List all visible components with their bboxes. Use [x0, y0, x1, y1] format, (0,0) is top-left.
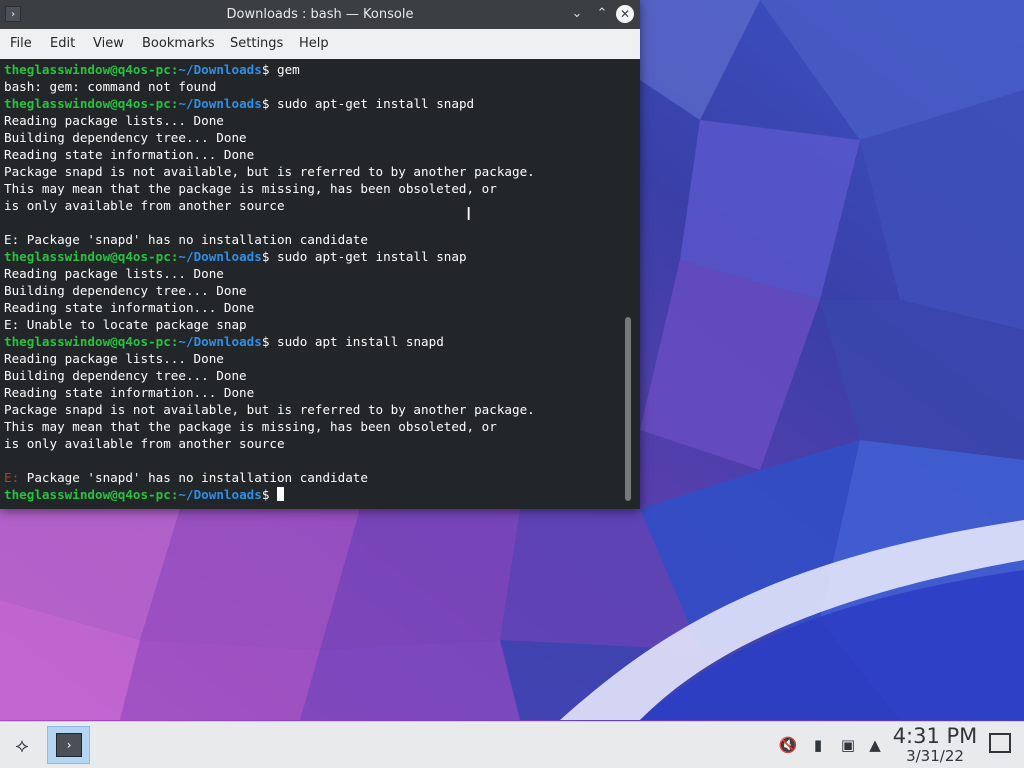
show-desktop-icon[interactable]: [989, 733, 1011, 753]
window-title: Downloads : bash — Konsole: [226, 7, 414, 22]
title-bar[interactable]: › Downloads : bash — Konsole ⌄ ⌃ ✕: [0, 0, 640, 29]
usb-device-icon[interactable]: ▮: [808, 735, 828, 755]
volume-muted-icon[interactable]: 🔇: [778, 735, 798, 755]
prompt-dollar: $: [261, 62, 277, 77]
prompt-user: theglasswindow@q4os-pc: [4, 96, 171, 111]
terminal-output-line: E: Unable to locate package snap: [4, 317, 247, 332]
prompt-path: ~/Downloads: [178, 62, 262, 77]
close-button[interactable]: ✕: [616, 5, 634, 23]
prompt-dollar: $: [261, 487, 277, 502]
terminal-prompt-line: theglasswindow@q4os-pc:~/Downloads$ sudo…: [4, 248, 535, 265]
terminal-output-line: Building dependency tree... Done: [4, 368, 247, 383]
maximize-button[interactable]: ⌃: [593, 5, 611, 23]
menu-file[interactable]: File: [10, 29, 32, 59]
text-cursor-icon: I: [466, 204, 472, 225]
menu-bookmarks[interactable]: Bookmarks: [142, 29, 215, 59]
konsole-window[interactable]: › Downloads : bash — Konsole ⌄ ⌃ ✕ File …: [0, 0, 640, 509]
terminal-output: theglasswindow@q4os-pc:~/Downloads$ gem b…: [4, 61, 535, 503]
terminal-output-line: This may mean that the package is missin…: [4, 419, 497, 434]
prompt-user: theglasswindow@q4os-pc: [4, 249, 171, 264]
prompt-user: theglasswindow@q4os-pc: [4, 62, 171, 77]
prompt-user: theglasswindow@q4os-pc: [4, 334, 171, 349]
prompt-dollar: $: [261, 334, 277, 349]
chevron-up-icon: ⌃: [596, 6, 608, 21]
close-icon: ✕: [619, 7, 631, 21]
prompt-command: sudo apt install snapd: [276, 334, 444, 349]
prompt-path: ~/Downloads: [178, 96, 262, 111]
terminal-icon: ›: [56, 733, 82, 757]
prompt-path: ~/Downloads: [178, 334, 262, 349]
prompt-path: ~/Downloads: [178, 249, 262, 264]
terminal-output-line: E: Package 'snapd' has no installation c…: [4, 232, 368, 247]
prompt-dollar: $: [261, 96, 277, 111]
network-icon[interactable]: ▣: [838, 735, 858, 755]
terminal-prompt-line: theglasswindow@q4os-pc:~/Downloads$ sudo…: [4, 333, 535, 350]
menu-help[interactable]: Help: [299, 29, 329, 59]
terminal-output-line: Reading package lists... Done: [4, 113, 224, 128]
minimize-button[interactable]: ⌄: [568, 5, 586, 23]
prompt-dollar: $: [261, 249, 277, 264]
app-launcher-button[interactable]: ⟡: [9, 732, 35, 758]
clock-date[interactable]: 3/31/22: [890, 747, 980, 765]
terminal-output-line: Reading state information... Done: [4, 300, 255, 315]
terminal-prompt-line: theglasswindow@q4os-pc:~/Downloads$ gem: [4, 61, 535, 78]
menu-edit[interactable]: Edit: [50, 29, 75, 59]
error-text: Package 'snapd' has no installation cand…: [19, 470, 368, 485]
konsole-task-button[interactable]: ›: [47, 726, 90, 764]
terminal-prompt-line: theglasswindow@q4os-pc:~/Downloads$: [4, 486, 535, 503]
terminal-output-line: bash: gem: command not found: [4, 79, 217, 94]
scrollbar-handle[interactable]: [625, 317, 631, 501]
error-prefix: E:: [4, 470, 20, 485]
terminal-output-line: Reading state information... Done: [4, 385, 255, 400]
terminal-area[interactable]: theglasswindow@q4os-pc:~/Downloads$ gem b…: [0, 59, 640, 509]
clock-time[interactable]: 4:31 PM: [890, 724, 980, 748]
terminal-output-line: is only available from another source: [4, 198, 285, 213]
terminal-output-line: Reading package lists... Done: [4, 266, 224, 281]
terminal-output-line: is only available from another source: [4, 436, 285, 451]
terminal-output-line: Package snapd is not available, but is r…: [4, 402, 535, 417]
prompt-command: gem: [276, 62, 300, 77]
terminal-output-line: E: Package 'snapd' has no installation c…: [4, 469, 535, 486]
prompt-user: theglasswindow@q4os-pc: [4, 487, 171, 502]
terminal-output-line: Reading state information... Done: [4, 147, 255, 162]
terminal-output-line: This may mean that the package is missin…: [4, 181, 497, 196]
terminal-prompt-line: theglasswindow@q4os-pc:~/Downloads$ sudo…: [4, 95, 535, 112]
menu-bar: File Edit View Bookmarks Settings Help: [0, 29, 640, 59]
terminal-output-line: Building dependency tree... Done: [4, 283, 247, 298]
menu-settings[interactable]: Settings: [230, 29, 283, 59]
terminal-cursor: [276, 487, 284, 501]
expand-tray-icon[interactable]: ▲: [865, 735, 885, 755]
prompt-command: sudo apt-get install snapd: [276, 96, 475, 111]
prompt-path: ~/Downloads: [178, 487, 262, 502]
terminal-output-line: Building dependency tree... Done: [4, 130, 247, 145]
chevron-down-icon: ⌄: [571, 6, 583, 21]
taskbar: ⟡ › 🔇 ▮ ▣ ▲: [0, 721, 1024, 768]
terminal-output-line: Reading package lists... Done: [4, 351, 224, 366]
prompt-command: sudo apt-get install snap: [276, 249, 467, 264]
menu-view[interactable]: View: [93, 29, 124, 59]
terminal-output-line: Package snapd is not available, but is r…: [4, 164, 535, 179]
app-launcher-icon: ⟡: [15, 733, 29, 757]
